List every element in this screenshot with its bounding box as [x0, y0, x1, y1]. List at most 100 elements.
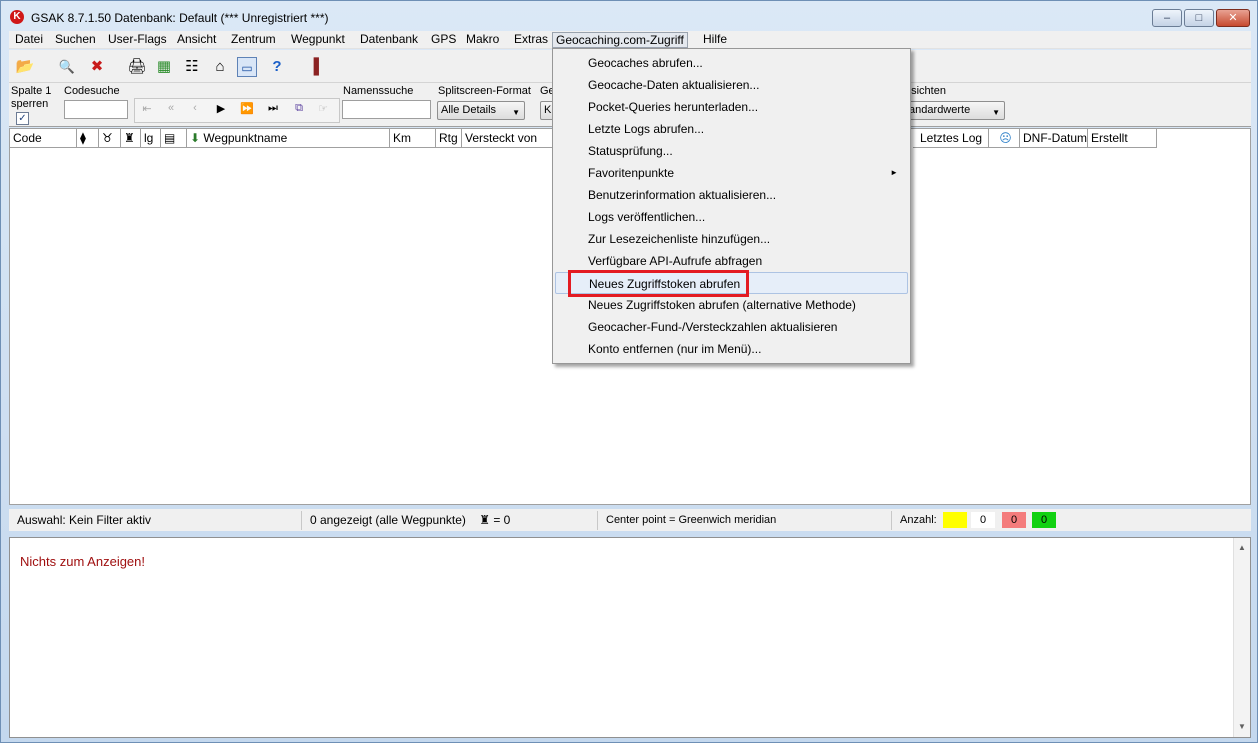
col-created[interactable]: Erstellt — [1088, 129, 1157, 148]
sort-arrow-icon: ⬇ — [190, 131, 201, 145]
export-icon[interactable]: ☷ — [182, 57, 202, 77]
folder-open-icon[interactable]: 📂 — [15, 57, 35, 77]
menu-hilfe[interactable]: Hilfe — [700, 32, 730, 48]
menu-datenbank[interactable]: Datenbank — [357, 32, 421, 48]
lock-column-label-2: sperren — [11, 98, 49, 110]
gsak-logo-icon: K — [10, 10, 24, 24]
menu-item-refresh-geocache-data[interactable]: Geocache-Daten aktualisieren... — [555, 74, 908, 96]
home-icon[interactable]: ⌂ — [210, 57, 230, 77]
lock-column-checkbox[interactable]: ✓ — [16, 112, 29, 125]
splitscreen-select[interactable]: Alle Details ▼ — [437, 101, 525, 120]
col-person-icon[interactable]: ♜ — [121, 129, 141, 148]
splitscreen-label: Splitscreen-Format — [438, 85, 531, 97]
count-yellow — [943, 512, 967, 528]
chevron-down-icon: ▼ — [992, 108, 1000, 117]
filter-status: Auswahl: Kein Filter aktiv — [9, 511, 302, 530]
title-bar: K GSAK 8.7.1.50 Datenbank: Default (*** … — [1, 1, 1257, 31]
menu-item-remove-account[interactable]: Konto entfernen (nur im Menü)... — [555, 338, 908, 360]
menu-item-new-access-token-alt[interactable]: Neues Zugriffstoken abrufen (alternative… — [555, 294, 908, 316]
shown-count-panel: 0 angezeigt (alle Wegpunkte) ♜ = 0 — [302, 511, 598, 530]
menu-item-favorite-points[interactable]: Favoritenpunkte ► — [555, 162, 908, 184]
menu-item-get-recent-logs[interactable]: Letzte Logs abrufen... — [555, 118, 908, 140]
code-search-input[interactable] — [64, 100, 128, 119]
menu-zentrum[interactable]: Zentrum — [228, 32, 279, 48]
window-icon[interactable]: ▭ — [237, 57, 257, 77]
ke-value: K — [544, 104, 552, 116]
col-bug-icon[interactable]: ♉ — [99, 129, 121, 148]
menu-user-flags[interactable]: User-Flags — [105, 32, 170, 48]
nav-prev-icon[interactable]: ‹ — [187, 102, 203, 114]
printer-icon[interactable]: 🖨 — [127, 57, 147, 77]
nav-bookmark-icon[interactable]: ⧉ — [291, 102, 307, 115]
highlight-annotation — [568, 270, 749, 297]
app-window: K GSAK 8.7.1.50 Datenbank: Default (*** … — [0, 0, 1258, 743]
details-panel: Nichts zum Anzeigen! ▲ ▼ — [9, 537, 1251, 738]
lock-column-label: Spalte 1 — [11, 85, 52, 97]
menu-suchen[interactable]: Suchen — [52, 32, 99, 48]
views-label: nsichten — [905, 85, 946, 97]
count-white: 0 — [971, 512, 995, 528]
grid-view-icon[interactable]: ▦ — [154, 57, 174, 77]
center-point: Center point = Greenwich meridian — [598, 511, 892, 530]
nav-fast-forward-icon[interactable]: ⏩ — [239, 102, 255, 115]
nav-prev-page-icon[interactable]: « — [163, 102, 179, 114]
print-preview-icon[interactable]: 🔍 — [57, 57, 77, 77]
close-button[interactable]: ✕ — [1216, 9, 1250, 27]
scroll-up-icon[interactable]: ▲ — [1238, 543, 1246, 552]
geocaching-access-menu: Geocaches abrufen... Geocache-Daten aktu… — [552, 48, 911, 364]
col-archive-icon[interactable]: ⧫ — [77, 129, 99, 148]
maximize-button[interactable]: □ — [1184, 9, 1214, 27]
nav-last-icon[interactable]: ⏭ — [265, 102, 281, 115]
menu-item-refresh-user-info[interactable]: Benutzerinformation aktualisieren... — [555, 184, 908, 206]
menu-ansicht[interactable]: Ansicht — [174, 32, 219, 48]
submenu-arrow-icon: ► — [890, 168, 898, 177]
navigation-buttons: ⇤ « ‹ ▶ ⏩ ⏭ ⧉ ☞ — [134, 98, 340, 123]
count-red: 0 — [1002, 512, 1026, 528]
col-code[interactable]: Code — [10, 129, 77, 148]
favorite-points-label: Favoritenpunkte — [588, 166, 675, 180]
views-select[interactable]: tandardwerte ▼ — [903, 101, 1005, 120]
empty-message: Nichts zum Anzeigen! — [20, 554, 146, 569]
col-rtg[interactable]: Rtg — [436, 129, 462, 148]
col-dnf-date[interactable]: DNF-Datum — [1020, 129, 1088, 148]
menu-item-update-find-hide-counts[interactable]: Geocacher-Fund-/Versteckzahlen aktualisi… — [555, 316, 908, 338]
help-icon[interactable]: ? — [267, 57, 287, 77]
chevron-down-icon: ▼ — [512, 108, 520, 117]
menu-item-status-check[interactable]: Statusprüfung... — [555, 140, 908, 162]
col-smiley-icon[interactable]: ☹ — [989, 129, 1020, 148]
exit-icon[interactable]: ▌ — [309, 57, 329, 77]
person-icon: ♜ — [479, 513, 490, 527]
col-km[interactable]: Km — [390, 129, 436, 148]
menu-item-add-to-bookmark-list[interactable]: Zur Lesezeichenliste hinzufügen... — [555, 228, 908, 250]
menu-datei[interactable]: Datei — [12, 32, 46, 48]
found-count: = 0 — [493, 513, 511, 527]
menu-gps[interactable]: GPS — [428, 32, 459, 48]
menu-bar: Datei Suchen User-Flags Ansicht Zentrum … — [9, 31, 1251, 49]
delete-icon[interactable]: ✖ — [87, 57, 107, 77]
menu-item-query-api-calls[interactable]: Verfügbare API-Aufrufe abfragen — [555, 250, 908, 272]
col-notes-icon[interactable]: ▤ — [161, 129, 187, 148]
views-value: tandardwerte — [906, 104, 971, 116]
splitscreen-value: Alle Details — [441, 104, 497, 116]
nav-first-icon[interactable]: ⇤ — [139, 102, 155, 115]
col-waypoint-name-label: Wegpunktname — [203, 131, 288, 145]
col-waypoint-name[interactable]: ⬇ Wegpunktname — [187, 129, 390, 148]
col-hidden-by[interactable]: Versteckt von — [462, 129, 554, 148]
menu-item-download-pocket-queries[interactable]: Pocket-Queries herunterladen... — [555, 96, 908, 118]
minimize-button[interactable]: – — [1152, 9, 1182, 27]
code-search-label: Codesuche — [64, 85, 120, 97]
nav-play-icon[interactable]: ▶ — [213, 102, 229, 115]
menu-item-get-geocaches[interactable]: Geocaches abrufen... — [555, 52, 908, 74]
menu-geocaching-zugriff[interactable]: Geocaching.com-Zugriff — [552, 32, 688, 48]
shown-count: 0 angezeigt (alle Wegpunkte) — [310, 513, 466, 527]
menu-wegpunkt[interactable]: Wegpunkt — [288, 32, 348, 48]
scroll-down-icon[interactable]: ▼ — [1238, 722, 1246, 731]
name-search-input[interactable] — [342, 100, 431, 119]
menu-extras[interactable]: Extras — [511, 32, 551, 48]
details-scrollbar[interactable]: ▲ ▼ — [1233, 538, 1250, 737]
menu-makro[interactable]: Makro — [463, 32, 502, 48]
menu-item-publish-logs[interactable]: Logs veröffentlichen... — [555, 206, 908, 228]
col-lg[interactable]: lg — [141, 129, 161, 148]
col-last-log[interactable]: Letztes Log — [917, 129, 989, 148]
nav-pointer-icon[interactable]: ☞ — [315, 102, 331, 115]
